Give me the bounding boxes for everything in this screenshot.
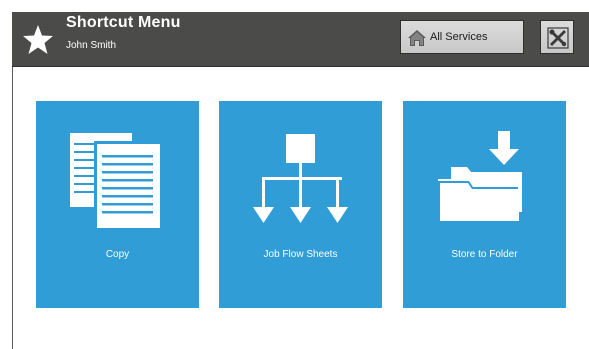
all-services-button[interactable]: All Services	[400, 20, 524, 54]
tile-job-flow-sheets-label: Job Flow Sheets	[263, 249, 338, 260]
store-folder-icon	[438, 131, 522, 223]
tools-icon	[547, 27, 569, 49]
home-icon	[408, 30, 426, 46]
tile-store-to-folder-label: Store to Folder	[451, 249, 518, 260]
tile-job-flow-sheets[interactable]: Job Flow Sheets	[219, 101, 382, 308]
job-flow-icon	[253, 134, 348, 223]
tools-button[interactable]	[540, 20, 574, 54]
all-services-label: All Services	[430, 31, 488, 43]
tile-copy[interactable]: Copy	[36, 101, 199, 308]
tile-copy-label: Copy	[105, 249, 130, 260]
page-title: Shortcut Menu	[66, 14, 181, 31]
copy-documents-icon	[70, 133, 160, 228]
tile-store-to-folder[interactable]: Store to Folder	[403, 101, 566, 308]
star-icon	[23, 25, 53, 54]
user-name: John Smith	[66, 40, 117, 51]
